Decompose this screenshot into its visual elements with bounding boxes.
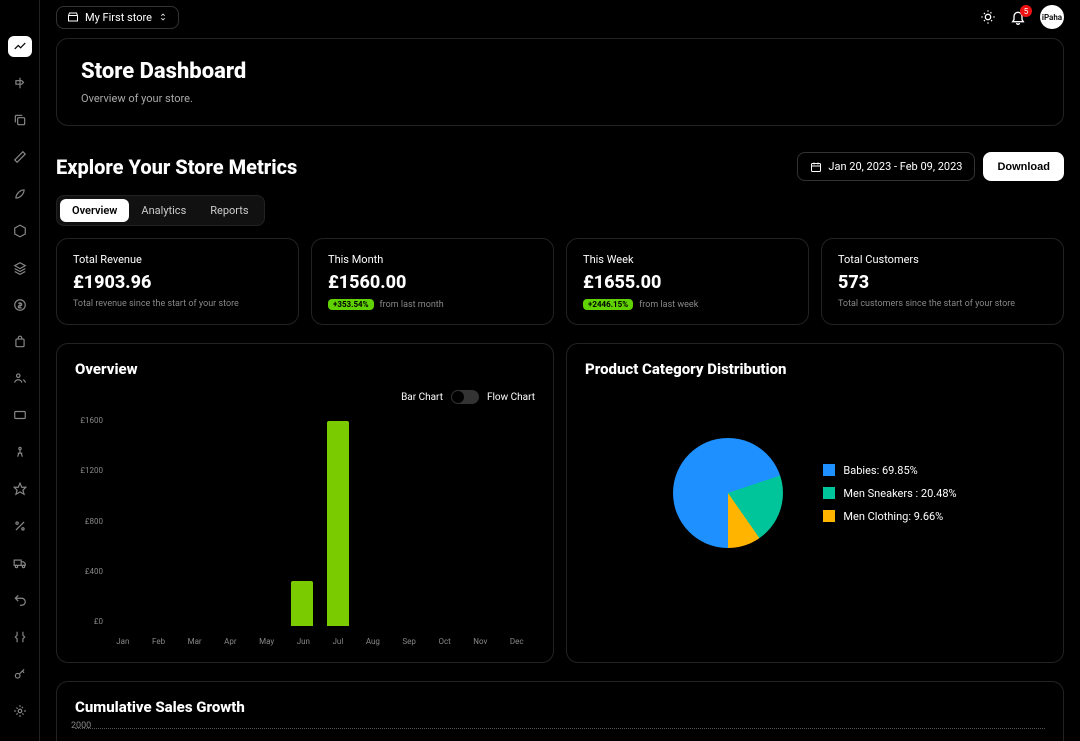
stat-value: £1655.00: [583, 272, 792, 293]
store-name: My First store: [85, 11, 152, 24]
nav-rocket-icon[interactable]: [8, 184, 32, 205]
page-subtitle: Overview of your store.: [81, 92, 1039, 105]
nav-settings-icon[interactable]: [8, 700, 32, 721]
toggle-label-flow: Flow Chart: [487, 392, 535, 403]
dashboard-header-card: Store Dashboard Overview of your store.: [56, 38, 1064, 126]
stat-label: This Month: [328, 253, 537, 266]
overview-chart-card: Overview Bar Chart Flow Chart £1600£1200…: [56, 343, 554, 663]
download-button[interactable]: Download: [983, 152, 1064, 181]
growth-chart: 2000: [75, 728, 1045, 741]
nav-wallet-icon[interactable]: [8, 405, 32, 426]
toggle-label-bar: Bar Chart: [401, 392, 443, 403]
stat-value: £1560.00: [328, 272, 537, 293]
stat-label: This Week: [583, 253, 792, 266]
nav-percent-icon[interactable]: [8, 516, 32, 537]
pie-legend: Babies: 69.85% Men Sneakers : 20.48% Men…: [823, 464, 956, 523]
chart-type-toggle[interactable]: [451, 390, 479, 404]
legend-color-babies: [823, 464, 835, 476]
store-selector[interactable]: My First store: [56, 6, 179, 29]
legend-label: Men Sneakers : 20.48%: [843, 487, 956, 500]
growth-ytick: 2000: [71, 721, 91, 731]
stat-total-revenue: Total Revenue £1903.96 Total revenue sin…: [56, 238, 299, 325]
stat-label: Total Customers: [838, 253, 1047, 266]
sidebar: [0, 0, 40, 741]
nav-layers-icon[interactable]: [8, 257, 32, 278]
notification-badge: 5: [1020, 5, 1032, 17]
stat-sub: from last month: [380, 300, 444, 310]
bar-chart: £1600£1200£800£400£0 JanFebMarAprMayJunJ…: [75, 416, 535, 646]
pie-chart-card: Product Category Distribution Babies: 69…: [566, 343, 1064, 663]
topbar: My First store 5 iPaha: [40, 0, 1080, 34]
stat-badge: +353.54%: [328, 299, 374, 310]
stat-this-week: This Week £1655.00 +2446.15% from last we…: [566, 238, 809, 325]
date-range-picker[interactable]: Jan 20, 2023 - Feb 09, 2023: [797, 152, 975, 181]
nav-copy-icon[interactable]: [8, 110, 32, 131]
nav-dashboard-icon[interactable]: [8, 36, 32, 57]
overview-chart-title: Overview: [75, 360, 535, 378]
theme-toggle-icon[interactable]: [980, 9, 996, 25]
legend-label: Men Clothing: 9.66%: [843, 510, 943, 523]
nav-users-icon[interactable]: [8, 368, 32, 389]
tab-analytics[interactable]: Analytics: [129, 199, 198, 222]
nav-tool-icon[interactable]: [8, 626, 32, 647]
tab-reports[interactable]: Reports: [198, 199, 260, 222]
pie-chart-title: Product Category Distribution: [585, 360, 1045, 378]
notifications-icon[interactable]: 5: [1010, 9, 1026, 25]
nav-box-icon[interactable]: [8, 220, 32, 241]
nav-dollar-icon[interactable]: [8, 294, 32, 315]
store-icon: [67, 11, 79, 23]
stat-label: Total Revenue: [73, 253, 282, 266]
nav-person-icon[interactable]: [8, 442, 32, 463]
chevron-updown-icon: [158, 12, 168, 22]
metrics-title: Explore Your Store Metrics: [56, 155, 297, 179]
legend-color-sneakers: [823, 487, 835, 499]
page-title: Store Dashboard: [81, 59, 1039, 84]
nav-ruler-icon[interactable]: [8, 147, 32, 168]
stat-sub: Total customers since the start of your …: [838, 299, 1047, 309]
stat-total-customers: Total Customers 573 Total customers sinc…: [821, 238, 1064, 325]
nav-bag-icon[interactable]: [8, 331, 32, 352]
tab-overview[interactable]: Overview: [60, 199, 129, 222]
stat-value: £1903.96: [73, 272, 282, 293]
stat-this-month: This Month £1560.00 +353.54% from last mo…: [311, 238, 554, 325]
growth-chart-card: Cumulative Sales Growth 2000: [56, 681, 1064, 741]
nav-star-icon[interactable]: [8, 479, 32, 500]
stat-sub: Total revenue since the start of your st…: [73, 299, 282, 309]
tabs: Overview Analytics Reports: [56, 195, 265, 226]
nav-undo-icon[interactable]: [8, 589, 32, 610]
nav-key-icon[interactable]: [8, 663, 32, 684]
avatar-initials: iPaha: [1042, 13, 1062, 22]
calendar-icon: [810, 161, 822, 173]
stat-badge: +2446.15%: [583, 299, 633, 310]
nav-signpost-icon[interactable]: [8, 73, 32, 94]
growth-chart-title: Cumulative Sales Growth: [75, 698, 1045, 716]
legend-color-clothing: [823, 510, 835, 522]
stat-value: 573: [838, 272, 1047, 293]
pie-chart: [673, 438, 783, 548]
main-content: Store Dashboard Overview of your store. …: [40, 34, 1080, 741]
nav-truck-icon[interactable]: [8, 552, 32, 573]
legend-label: Babies: 69.85%: [843, 464, 917, 477]
date-range-text: Jan 20, 2023 - Feb 09, 2023: [828, 160, 962, 173]
stat-sub: from last week: [639, 300, 698, 310]
avatar[interactable]: iPaha: [1040, 5, 1064, 29]
